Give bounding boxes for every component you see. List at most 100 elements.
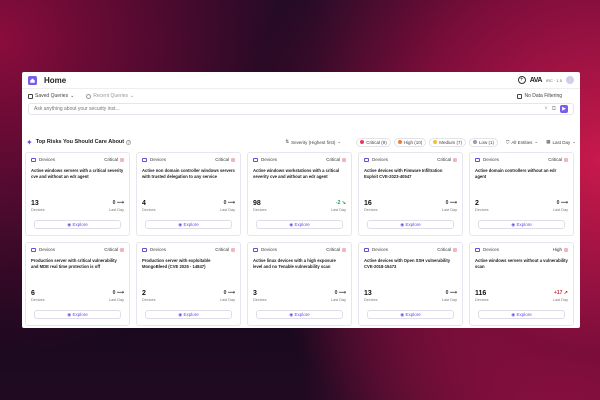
card-category: Devices [150, 247, 167, 252]
explore-button[interactable]: ◉ Explore [34, 220, 121, 229]
card-stats: 2 Devices 0 ⟶ Last Day [142, 290, 235, 302]
risk-card[interactable]: Devices Critical Production server with … [136, 242, 241, 326]
card-trend: 0 ⟶ [112, 290, 124, 296]
explore-label: Explore [405, 222, 421, 227]
risk-card[interactable]: Devices High Active windows servers with… [469, 242, 574, 326]
help-icon[interactable]: ? [126, 139, 132, 145]
bookmark-icon [28, 93, 33, 99]
chevron-down-icon: ⌄ [130, 93, 135, 99]
calendar-icon: ▦ [546, 139, 551, 144]
add-icon[interactable]: + [517, 76, 526, 84]
copy-icon[interactable]: ⧉ [552, 106, 556, 113]
explore-button[interactable]: ◉ Explore [478, 310, 565, 319]
card-description: Active windows servers with a critical s… [31, 168, 124, 179]
explore-label: Explore [183, 312, 199, 317]
explore-label: Explore [516, 312, 532, 317]
recent-queries-button[interactable]: Recent Queries ⌄ [86, 93, 134, 99]
eye-icon: ◉ [67, 312, 72, 317]
chip-high[interactable]: High (10) [393, 137, 427, 147]
card-description: Active devices with Fimware Infiltration… [364, 168, 443, 179]
home-icon[interactable] [28, 75, 37, 85]
monitor-icon [364, 157, 369, 162]
card-trend-label: Last Day [442, 298, 457, 302]
clear-icon[interactable]: × [544, 106, 548, 112]
card-count: 13 [364, 290, 372, 297]
explore-button[interactable]: ◉ Explore [145, 220, 232, 229]
eye-icon: ◉ [511, 222, 516, 227]
card-trend-label: Last Day [553, 298, 568, 302]
avatar[interactable] [566, 76, 574, 84]
explore-label: Explore [183, 222, 199, 227]
card-header: Devices Critical [31, 157, 124, 162]
ask-bar: × ⧉ ▶ [28, 103, 574, 115]
monitor-icon [31, 247, 36, 252]
chevron-down-icon: ⌄ [337, 139, 342, 144]
chip-critical[interactable]: Critical (9) [356, 137, 391, 147]
eye-icon: ◉ [178, 222, 183, 227]
query-bar: Saved Queries ⌄ Recent Queries ⌄ No Data… [22, 89, 580, 103]
card-stats: 4 Devices 0 ⟶ Last Day [142, 200, 235, 212]
sort-dropdown[interactable]: ⇅ Severity (Highest first) ⌄ [285, 139, 341, 145]
ask-input[interactable] [34, 106, 541, 112]
card-description: Active domain controllers without an edr… [475, 168, 557, 179]
card-trend: 0 ⟶ [556, 200, 568, 206]
card-count-label: Devices [364, 208, 378, 212]
period-filter[interactable]: ▦ Last Day ⌄ [546, 139, 576, 145]
send-button[interactable]: ▶ [560, 105, 568, 113]
card-stats: 6 Devices 0 ⟶ Last Day [31, 290, 124, 302]
card-count-label: Devices [475, 208, 489, 212]
explore-button[interactable]: ◉ Explore [367, 310, 454, 319]
risk-card[interactable]: Devices Critical Active non domain contr… [136, 152, 241, 236]
risk-card[interactable]: Devices Critical Active linux devices wi… [247, 242, 352, 326]
card-count-label: Devices [142, 208, 156, 212]
explore-label: Explore [294, 222, 310, 227]
explore-button[interactable]: ◉ Explore [256, 310, 343, 319]
high-dot [397, 140, 402, 144]
chevron-down-icon: ⌄ [70, 93, 75, 99]
card-description: Active devices with Open SSH vulnerabili… [364, 258, 451, 269]
explore-button[interactable]: ◉ Explore [478, 220, 565, 229]
card-count-label: Devices [253, 208, 267, 212]
severity-icon [120, 247, 124, 252]
eye-icon: ◉ [511, 312, 516, 317]
card-stats: 3 Devices 0 ⟶ Last Day [253, 290, 346, 302]
risk-card[interactable]: Devices Critical Active devices with Fim… [358, 152, 463, 236]
card-category: Devices [483, 247, 500, 252]
card-count: 16 [364, 200, 372, 207]
explore-button[interactable]: ◉ Explore [34, 310, 121, 319]
card-severity: Critical [548, 157, 562, 162]
card-trend-label: Last Day [331, 208, 346, 212]
card-stats: 13 Devices 0 ⟶ Last Day [364, 290, 457, 302]
card-stats: 16 Devices 0 ⟶ Last Day [364, 200, 457, 212]
risk-card[interactable]: Devices Critical Active domain controlle… [469, 152, 574, 236]
card-trend-label: Last Day [109, 208, 124, 212]
card-count: 3 [253, 290, 257, 297]
chevron-down-icon: ⌄ [572, 139, 576, 144]
card-severity: Critical [215, 157, 229, 162]
card-trend-label: Last Day [553, 208, 568, 212]
saved-queries-button[interactable]: Saved Queries ⌄ [28, 93, 74, 99]
card-trend-label: Last Day [220, 298, 235, 302]
risk-card[interactable]: Devices Critical Production server with … [25, 242, 130, 326]
explore-button[interactable]: ◉ Explore [145, 310, 232, 319]
chip-low[interactable]: Low (1) [469, 137, 499, 147]
chip-medium[interactable]: Medium (7) [429, 137, 466, 147]
explore-button[interactable]: ◉ Explore [256, 220, 343, 229]
monitor-icon [31, 157, 36, 162]
explore-button[interactable]: ◉ Explore [367, 220, 454, 229]
risk-card[interactable]: Devices Critical Active devices with Ope… [358, 242, 463, 326]
card-stats: 2 Devices 0 ⟶ Last Day [475, 200, 568, 212]
chip-medium-label: Medium (7) [439, 139, 462, 145]
risk-card[interactable]: Devices Critical Active windows workstat… [247, 152, 352, 236]
risk-card[interactable]: Devices Critical Active windows servers … [25, 152, 130, 236]
card-description: Production server with exploitable Mongo… [142, 258, 211, 269]
card-count-label: Devices [475, 298, 489, 302]
card-category: Devices [483, 157, 500, 162]
card-count-label: Devices [142, 298, 156, 302]
data-filtering-button[interactable]: No Data Filtering [517, 93, 562, 99]
entities-filter[interactable]: ⛉ All Entities ⌄ [506, 139, 538, 145]
monitor-icon [142, 247, 147, 252]
card-count: 2 [142, 290, 146, 297]
card-stats: 13 Devices 0 ⟶ Last Day [31, 200, 124, 212]
risk-cards-grid: Devices Critical Active windows servers … [22, 152, 580, 326]
